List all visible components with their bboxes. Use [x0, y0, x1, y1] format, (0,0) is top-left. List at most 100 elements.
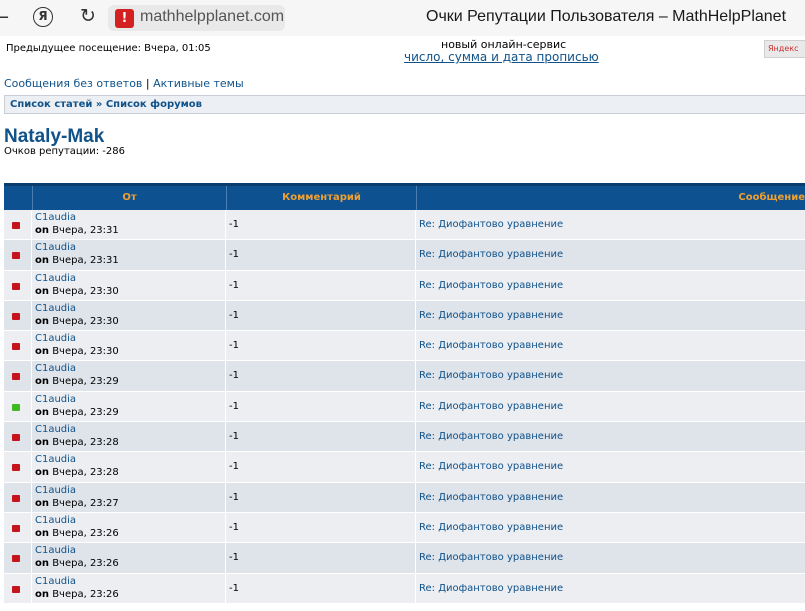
comment-value: -1: [229, 552, 239, 564]
from-date: on Вчера, 23:28: [35, 437, 119, 448]
from-user-link[interactable]: C1audia: [35, 394, 76, 405]
negative-rating-icon: [12, 464, 20, 472]
message-link[interactable]: Re: Диофантово уравнение: [419, 583, 563, 594]
yandex-button[interactable]: Я: [33, 7, 53, 27]
comment-value: -1: [229, 370, 239, 382]
from-user-link[interactable]: C1audia: [35, 485, 76, 496]
from-user-link[interactable]: C1audia: [35, 212, 76, 223]
from-date: on Вчера, 23:26: [35, 528, 119, 539]
table-body: C1audia on Вчера, 23:31 -1 Re: Диофантово у…: [4, 210, 805, 604]
from-user-link[interactable]: C1audia: [35, 576, 76, 587]
message-link[interactable]: Re: Диофантово уравнение: [419, 370, 563, 381]
message-link[interactable]: Re: Диофантово уравнение: [419, 522, 563, 533]
table-row: C1audia on Вчера, 23:29 -1 Re: Диофантово у…: [4, 391, 805, 423]
from-cell: C1audia on Вчера, 23:29: [32, 361, 226, 391]
status-cell: [4, 543, 32, 573]
comment-cell: -1: [226, 543, 416, 573]
from-cell: C1audia on Вчера, 23:26: [32, 543, 226, 573]
message-cell: Re: Диофантово уравнение: [416, 574, 805, 603]
comment-value: -1: [229, 279, 239, 291]
comment-value: -1: [229, 249, 239, 261]
from-user-link[interactable]: C1audia: [35, 242, 76, 253]
message-link[interactable]: Re: Диофантово уравнение: [419, 340, 563, 351]
from-date: on Вчера, 23:26: [35, 558, 119, 569]
table-row: C1audia on Вчера, 23:28 -1 Re: Диофантово у…: [4, 452, 805, 483]
status-cell: [4, 240, 32, 270]
comment-cell: -1: [226, 240, 416, 270]
from-user-link[interactable]: C1audia: [35, 303, 76, 314]
on-label: on: [35, 346, 49, 358]
comment-cell: -1: [226, 482, 416, 512]
from-date: on Вчера, 23:29: [35, 407, 119, 418]
from-cell: C1audia on Вчера, 23:29: [32, 391, 226, 422]
message-link[interactable]: Re: Диофантово уравнение: [419, 310, 563, 321]
warning-icon[interactable]: !: [115, 9, 134, 28]
from-cell: C1audia on Вчера, 23:28: [32, 452, 226, 482]
active-topics-link[interactable]: Активные темы: [153, 77, 244, 90]
on-label: on: [35, 527, 49, 539]
message-cell: Re: Диофантово уравнение: [416, 422, 805, 451]
unanswered-posts-link[interactable]: Сообщения без ответов: [4, 77, 142, 90]
from-user-link[interactable]: C1audia: [35, 515, 76, 526]
header-message: Сообщение: [416, 186, 805, 210]
user-name-heading: Nataly-Mak: [4, 126, 105, 147]
from-cell: C1audia on Вчера, 23:26: [32, 573, 226, 603]
message-link[interactable]: Re: Диофантово уравнение: [419, 431, 563, 442]
from-user-link[interactable]: C1audia: [35, 273, 76, 284]
promo-link[interactable]: число, сумма и дата прописью: [404, 50, 599, 64]
from-user-link[interactable]: C1audia: [35, 424, 76, 435]
comment-value: -1: [229, 340, 239, 352]
from-cell: C1audia on Вчера, 23:30: [32, 331, 226, 361]
breadcrumb-separator: »: [95, 99, 103, 110]
message-link[interactable]: Re: Диофантово уравнение: [419, 461, 563, 472]
reputation-table: От Комментарий Сообщение C1audia on Вчера…: [4, 183, 805, 604]
breadcrumb-articles[interactable]: Список статей: [10, 99, 92, 110]
last-visit-text: Предыдущее посещение: Вчера, 01:05: [6, 43, 211, 54]
message-link[interactable]: Re: Диофантово уравнение: [419, 249, 563, 260]
negative-rating-icon: [12, 312, 20, 320]
from-user-link[interactable]: C1audia: [35, 545, 76, 556]
status-cell: [4, 361, 32, 391]
table-row: C1audia on Вчера, 23:27 -1 Re: Диофантово у…: [4, 482, 805, 513]
status-cell: [4, 452, 32, 482]
from-user-link[interactable]: C1audia: [35, 363, 76, 374]
message-link[interactable]: Re: Диофантово уравнение: [419, 401, 563, 412]
on-label: on: [35, 255, 49, 267]
table-row: C1audia on Вчера, 23:26 -1 Re: Диофантово у…: [4, 543, 805, 574]
message-link[interactable]: Re: Диофантово уравнение: [419, 492, 563, 503]
status-cell: [4, 210, 32, 240]
address-url[interactable]: mathhelpplanet.com: [140, 8, 284, 26]
from-user-link[interactable]: C1audia: [35, 454, 76, 465]
date-value: Вчера, 23:29: [52, 376, 119, 388]
negative-rating-icon: [12, 585, 20, 593]
link-separator: |: [145, 77, 150, 90]
message-cell: Re: Диофантово уравнение: [416, 392, 805, 421]
on-label: on: [35, 588, 49, 600]
message-link[interactable]: Re: Диофантово уравнение: [419, 219, 563, 230]
from-user-link[interactable]: C1audia: [35, 333, 76, 344]
yandex-badge[interactable]: Яндекс: [764, 40, 805, 58]
message-cell: Re: Диофантово уравнение: [416, 331, 805, 360]
message-cell: Re: Диофантово уравнение: [416, 483, 805, 512]
on-label: on: [35, 437, 49, 449]
message-link[interactable]: Re: Диофантово уравнение: [419, 552, 563, 563]
from-cell: C1audia on Вчера, 23:31: [32, 210, 226, 240]
breadcrumb-forums[interactable]: Список форумов: [106, 99, 202, 110]
message-cell: Re: Диофантово уравнение: [416, 543, 805, 572]
date-value: Вчера, 23:31: [52, 225, 119, 236]
from-date: on Вчера, 23:31: [35, 255, 119, 266]
table-row: C1audia on Вчера, 23:29 -1 Re: Диофантово у…: [4, 361, 805, 392]
comment-value: -1: [229, 431, 239, 443]
back-arrow-icon[interactable]: ←: [0, 7, 9, 28]
negative-rating-icon: [12, 343, 20, 351]
comment-cell: -1: [226, 422, 416, 452]
comment-value: -1: [229, 219, 239, 230]
status-cell: [4, 270, 32, 300]
reload-icon[interactable]: ↻: [80, 5, 96, 27]
date-value: Вчера, 23:30: [52, 315, 119, 327]
negative-rating-icon: [12, 282, 20, 290]
message-link[interactable]: Re: Диофантово уравнение: [419, 280, 563, 291]
table-row: C1audia on Вчера, 23:30 -1 Re: Диофантово у…: [4, 300, 805, 332]
on-label: on: [35, 497, 49, 509]
table-row: C1audia on Вчера, 23:31 -1 Re: Диофантово у…: [4, 240, 805, 271]
